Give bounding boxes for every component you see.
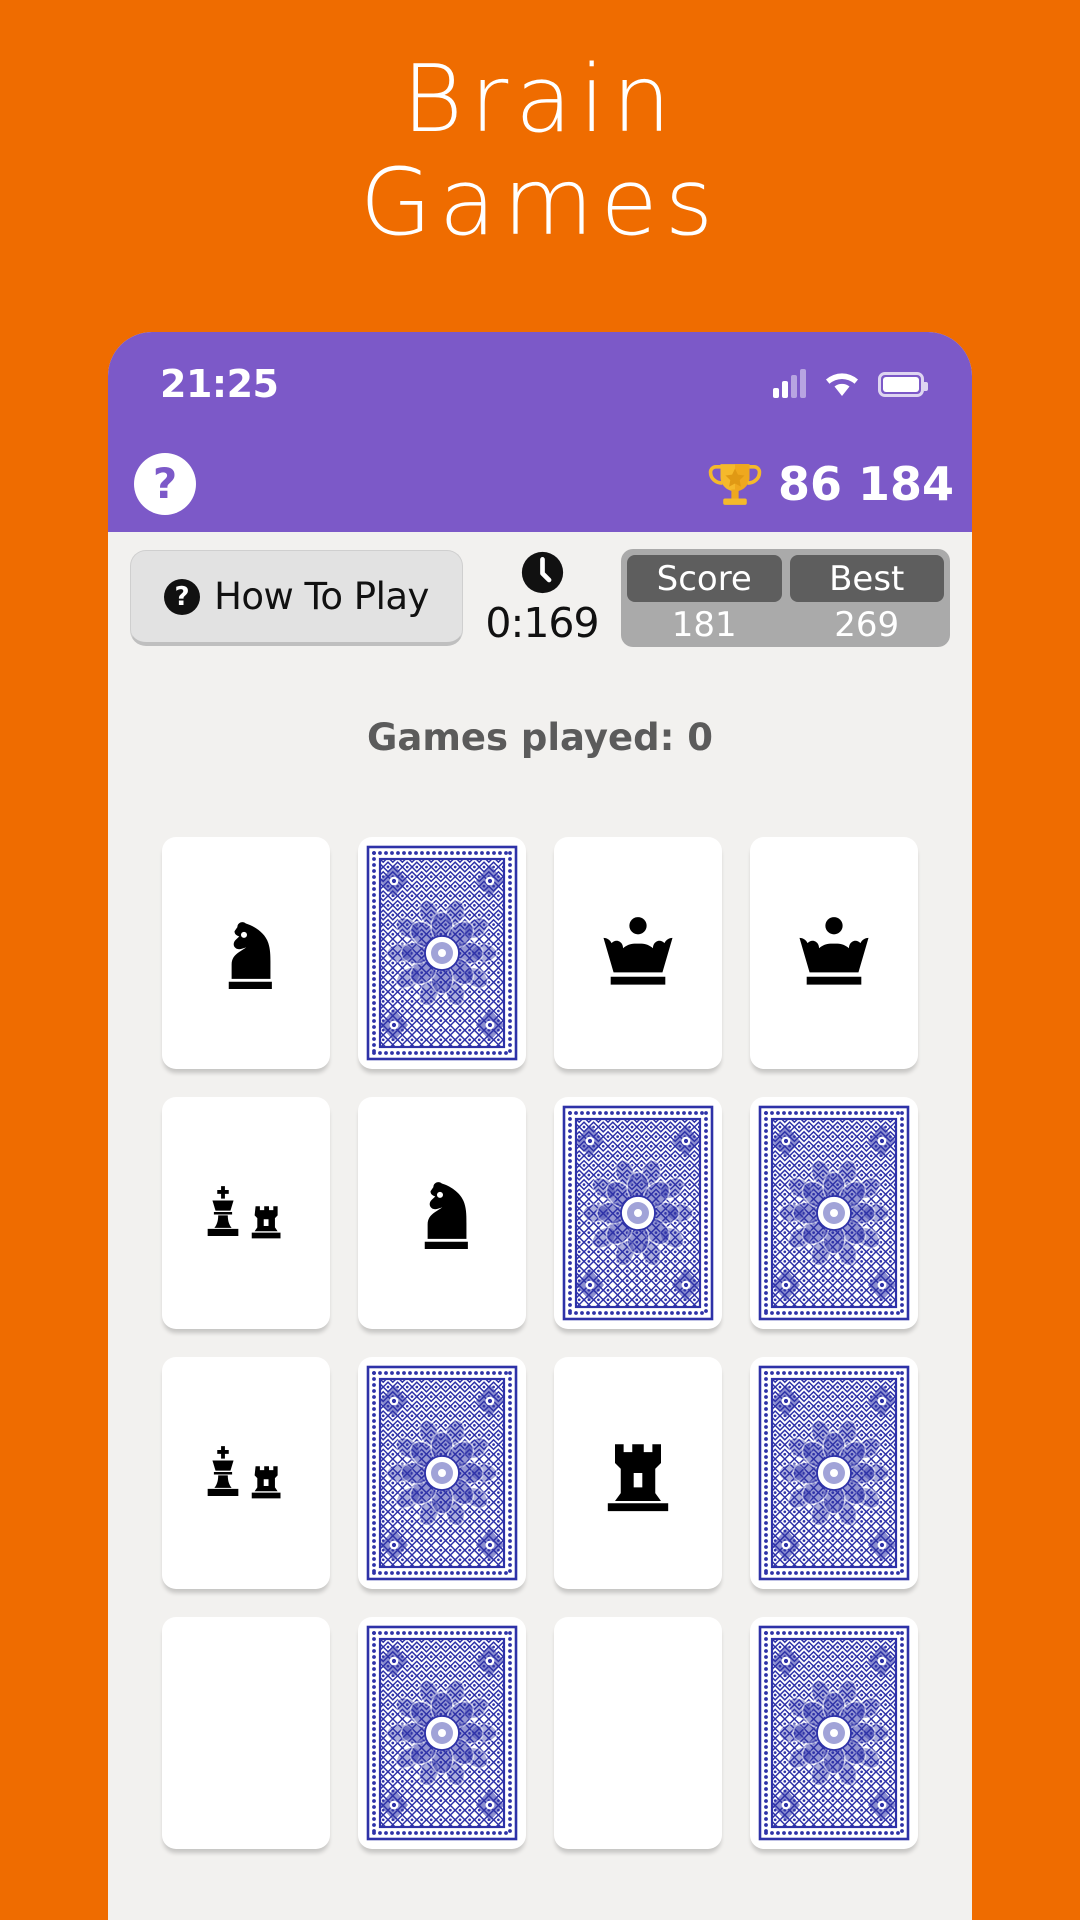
question-mark-icon: ? [164, 578, 201, 615]
timer-value: 0:169 [485, 598, 599, 647]
memory-card[interactable] [750, 837, 918, 1069]
card-back-art [364, 1623, 520, 1843]
knight-icon [200, 907, 292, 999]
score-caption: Score [627, 555, 782, 602]
memory-card[interactable] [554, 1357, 722, 1589]
memory-card[interactable] [358, 1097, 526, 1329]
memory-card-grid [108, 837, 972, 1849]
signal-icon [773, 369, 806, 398]
how-to-play-button[interactable]: ? How To Play [130, 550, 463, 646]
status-bar-icons [773, 369, 928, 398]
king-rook-castling-icon [200, 1427, 292, 1519]
status-bar-time: 21:25 [160, 362, 279, 406]
memory-card[interactable] [554, 837, 722, 1069]
queen-crown-icon [788, 907, 880, 999]
score-panel: Score 181 Best 269 [621, 549, 950, 647]
king-rook-castling-icon [200, 1167, 292, 1259]
best-caption: Best [789, 555, 944, 602]
memory-card[interactable] [554, 1617, 722, 1849]
banner-title-line-2: Games [359, 148, 721, 256]
phone-mockup: 21:25 ? 86 184 ? How To Play 0:169 Score… [108, 332, 972, 1920]
store-banner: Brain Games [0, 0, 1080, 330]
card-back-art [364, 843, 520, 1063]
memory-card[interactable] [358, 1357, 526, 1589]
app-header: ? 86 184 [108, 436, 972, 532]
rook-icon [592, 1427, 684, 1519]
memory-card[interactable] [750, 1357, 918, 1589]
queen-crown-icon [592, 907, 684, 999]
memory-card[interactable] [358, 837, 526, 1069]
memory-card[interactable] [162, 837, 330, 1069]
how-to-play-label: How To Play [214, 575, 429, 618]
help-button[interactable]: ? [134, 453, 196, 515]
score-cell: Score 181 [627, 555, 782, 645]
card-back-art [364, 1363, 520, 1583]
banner-title-line-1: Brain [402, 45, 678, 153]
memory-card[interactable] [554, 1097, 722, 1329]
wifi-icon [824, 370, 860, 398]
memory-card[interactable] [750, 1617, 918, 1849]
card-back-art [560, 1103, 716, 1323]
memory-card[interactable] [358, 1617, 526, 1849]
score-value: 181 [671, 605, 737, 645]
trophy-score-value: 86 184 [777, 457, 954, 511]
game-toolbar: ? How To Play 0:169 Score 181 Best 269 [108, 532, 972, 654]
best-cell: Best 269 [789, 555, 944, 645]
card-back-art [756, 1103, 912, 1323]
card-back-art [756, 1623, 912, 1843]
memory-card[interactable] [162, 1357, 330, 1589]
memory-card[interactable] [750, 1097, 918, 1329]
card-back-art [756, 1363, 912, 1583]
status-bar: 21:25 [108, 332, 972, 436]
games-played-label: Games played: 0 [366, 716, 713, 759]
best-value: 269 [834, 605, 900, 645]
knight-icon [396, 1167, 488, 1259]
memory-card[interactable] [162, 1097, 330, 1329]
trophy-score-block[interactable]: 86 184 [706, 455, 954, 513]
battery-icon [878, 371, 928, 397]
timer-block: 0:169 [479, 550, 605, 647]
clock-icon [520, 550, 565, 595]
memory-card[interactable] [162, 1617, 330, 1849]
trophy-icon [706, 455, 764, 513]
